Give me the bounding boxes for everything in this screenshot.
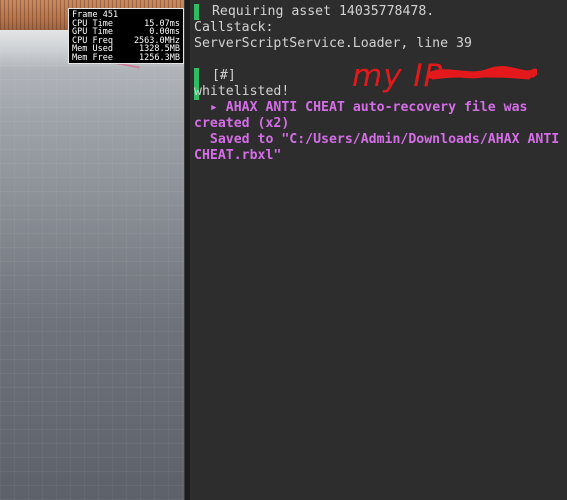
expand-arrow-icon[interactable]: ▸ [210,100,218,115]
log-prefix: [#] [204,68,236,83]
log-warning-line: ▸ AHAX ANTI CHEAT auto-recovery file was [194,100,563,116]
stats-value: 1256.3MB [139,52,180,63]
log-warning-line: Saved to "C:/Users/Admin/Downloads/AHAX … [194,132,560,147]
log-line: Requiring asset 14035778478. [204,4,435,19]
log-warning-line: CHEAT.rbxl" [194,148,282,163]
log-warning-line: created (x2) [194,116,290,131]
handwritten-annotation: my IP [352,58,444,94]
redaction-scribble [429,66,537,80]
game-viewport[interactable]: Frame 451 CPU Time 15.07ms GPU Time 0.00… [0,0,184,500]
log-warning-text: AHAX ANTI CHEAT auto-recovery file was [217,100,528,115]
log-line: ServerScriptService.Loader, line 39 [194,36,472,51]
log-line: Callstack: [194,20,274,35]
stats-row-mem-free: Mem Free 1256.3MB [72,54,180,63]
performance-stats-panel: Frame 451 CPU Time 15.07ms GPU Time 0.00… [68,8,184,64]
log-entry: Requiring asset 14035778478. Callstack: … [194,4,563,52]
stats-label: Mem Free [72,52,113,63]
